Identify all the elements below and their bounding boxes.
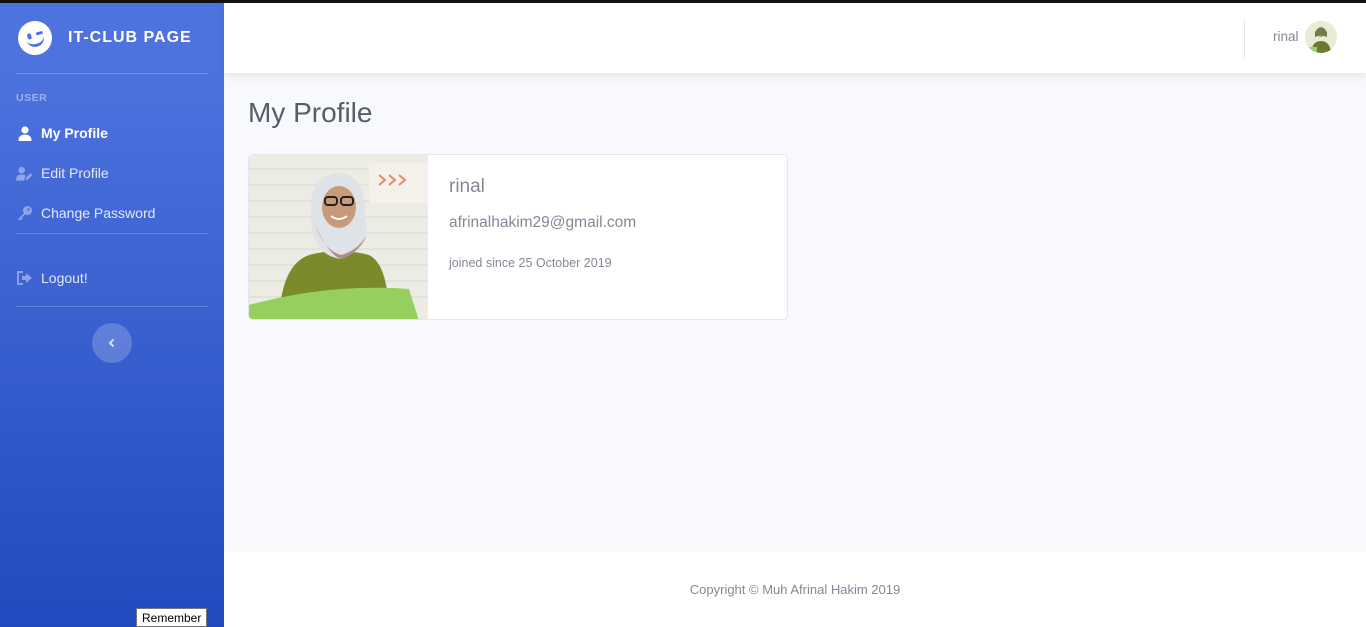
sidebar-item-label: Change Password — [41, 205, 156, 221]
sidebar-item-my-profile[interactable]: My Profile — [16, 123, 108, 143]
sidebar-divider — [16, 306, 208, 307]
key-icon — [16, 205, 33, 221]
profile-email: afrinalhakim29@gmail.com — [449, 214, 637, 231]
sidebar-item-change-password[interactable]: Change Password — [16, 203, 155, 223]
topbar-divider — [1244, 20, 1245, 59]
main-content: My Profile rinal afrinalhakim29@gmail.co… — [224, 73, 1366, 552]
page-title: My Profile — [248, 97, 373, 128]
sidebar-item-edit-profile[interactable]: Edit Profile — [16, 163, 109, 183]
avatar[interactable] — [1305, 21, 1337, 53]
user-icon — [16, 125, 33, 141]
sidebar-item-label: My Profile — [41, 125, 108, 141]
chevron-left-icon — [108, 338, 115, 348]
sidebar-brand[interactable]: IT-CLUB PAGE — [0, 3, 224, 73]
window-top-strip — [0, 0, 1366, 3]
sidebar-divider — [16, 73, 208, 74]
tooltip: Remember — [136, 608, 208, 627]
sidebar-item-label: Edit Profile — [41, 165, 109, 181]
profile-card: rinal afrinalhakim29@gmail.com joined si… — [248, 154, 788, 320]
profile-photo — [249, 155, 428, 319]
sidebar-toggle-button[interactable] — [92, 323, 132, 363]
topbar-username[interactable]: rinal — [1273, 29, 1299, 44]
sidebar: IT-CLUB PAGE USER My Profile Edit Profil… — [0, 0, 224, 627]
laughing-face-icon — [14, 17, 56, 59]
sidebar-heading: USER — [16, 92, 48, 104]
footer: Copyright © Muh Afrinal Hakim 2019 — [224, 552, 1366, 627]
sidebar-item-label: Logout! — [41, 270, 88, 286]
sidebar-divider — [16, 233, 208, 234]
topbar: rinal — [224, 3, 1366, 73]
sign-out-icon — [16, 270, 33, 286]
copyright-text: Copyright © Muh Afrinal Hakim 2019 — [689, 582, 901, 597]
profile-name: rinal — [449, 176, 485, 197]
profile-joined-date: joined since 25 October 2019 — [449, 256, 612, 270]
sidebar-item-logout[interactable]: Logout! — [16, 268, 88, 288]
brand-title: IT-CLUB PAGE — [68, 29, 192, 46]
user-edit-icon — [16, 165, 33, 181]
